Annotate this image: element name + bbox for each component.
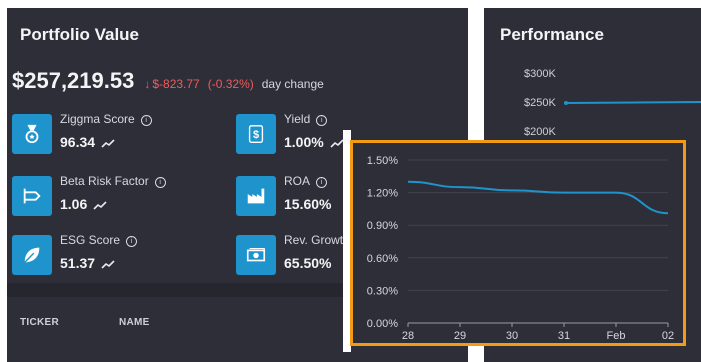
metric-value: 15.60% <box>284 196 332 212</box>
metric-label: ROA <box>284 174 311 188</box>
y-tick-label: 0.00% <box>367 318 398 330</box>
portfolio-value-row: $257,219.53 ↓ $-823.77 (-0.32%) day chan… <box>12 68 324 94</box>
perf-axis-tick: $200K <box>524 126 556 138</box>
dollar-icon: $ <box>236 114 276 154</box>
down-arrow-icon: ↓ <box>144 77 151 91</box>
y-tick-label: 0.90% <box>367 220 398 232</box>
trend-icon[interactable] <box>101 260 115 270</box>
yield-history-chart: 0.00% 0.30% 0.60% 0.90% 1.20% 1.50% 28 29 30 31 Fe… <box>367 155 674 342</box>
svg-text:$: $ <box>253 129 259 141</box>
y-tick-label: 1.50% <box>367 155 398 167</box>
leaf-icon <box>12 235 52 275</box>
day-change-label: day change <box>261 77 324 91</box>
x-tick-label: 02 <box>662 330 674 342</box>
column-header-ticker[interactable]: TICKER <box>20 317 59 328</box>
info-icon[interactable]: i <box>316 177 328 188</box>
medal-icon <box>12 114 52 154</box>
y-tick-label: 0.30% <box>367 285 398 297</box>
metric-label: Beta Risk Factor <box>60 174 149 188</box>
info-icon[interactable]: i <box>140 115 152 126</box>
metric-label: Rev. Growt <box>284 233 344 247</box>
performance-line <box>564 101 701 105</box>
metric-label: ESG Score <box>60 233 121 247</box>
metric-value: 96.34 <box>60 134 96 150</box>
x-tick-label: 29 <box>454 330 466 342</box>
portfolio-title: Portfolio Value <box>20 25 140 44</box>
y-tick-label: 0.60% <box>367 253 398 265</box>
info-icon[interactable]: i <box>154 177 166 188</box>
day-change-percent: (-0.32%) <box>207 77 254 91</box>
info-icon[interactable]: i <box>316 115 328 126</box>
perf-axis-tick: $300K <box>524 68 556 80</box>
beta-icon <box>12 176 52 216</box>
x-tick-label: 28 <box>402 330 414 342</box>
trend-icon[interactable] <box>330 139 344 149</box>
highlighted-chart-popup[interactable]: 0.00% 0.30% 0.60% 0.90% 1.20% 1.50% 28 29 30 31 Fe… <box>350 140 686 346</box>
trend-icon[interactable] <box>93 201 107 211</box>
performance-title: Performance <box>500 25 604 44</box>
portfolio-value: $257,219.53 <box>12 68 135 93</box>
day-change-amount: $-823.77 <box>152 77 200 91</box>
cash-icon <box>236 235 276 275</box>
metric-value: 1.06 <box>60 196 88 212</box>
series-line <box>407 180 669 215</box>
factory-icon <box>236 176 276 216</box>
info-icon[interactable]: i <box>126 236 138 247</box>
x-tick-label: 31 <box>558 330 570 342</box>
metric-label: Yield <box>284 112 311 126</box>
column-header-name[interactable]: NAME <box>119 317 150 328</box>
perf-axis-tick: $250K <box>524 97 556 109</box>
metric-value: 1.00% <box>284 134 324 150</box>
x-tick-label: Feb <box>607 330 626 342</box>
metric-value: 65.50% <box>284 255 332 271</box>
x-tick-label: 30 <box>506 330 518 342</box>
y-tick-label: 1.20% <box>367 188 398 200</box>
metric-value: 51.37 <box>60 255 96 271</box>
metric-label: Ziggma Score <box>60 112 135 126</box>
trend-icon[interactable] <box>101 139 115 149</box>
